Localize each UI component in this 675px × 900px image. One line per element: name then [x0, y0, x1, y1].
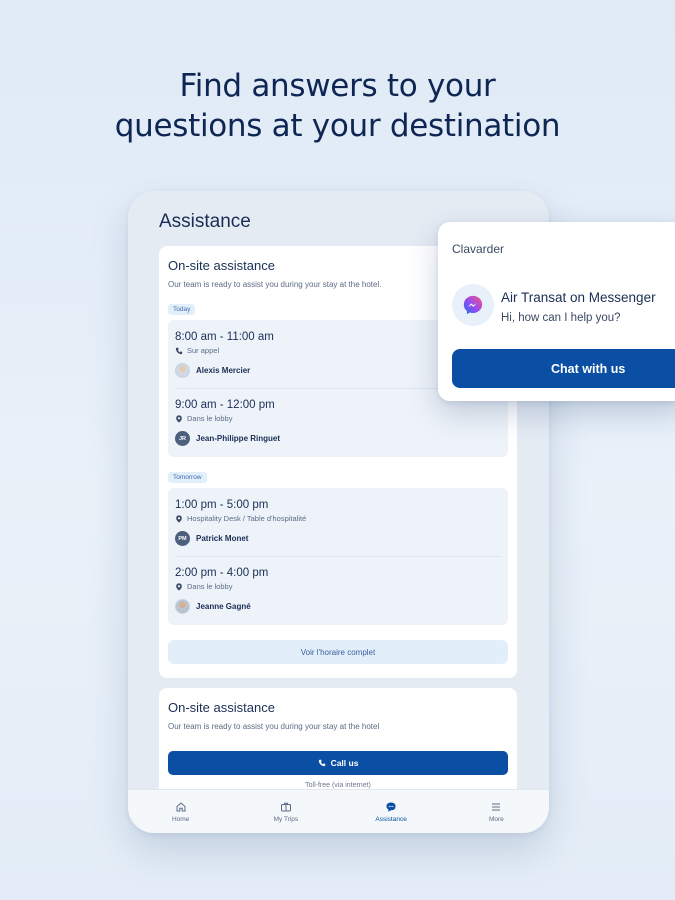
pin-icon [176, 514, 182, 523]
nav-label: Assistance [375, 815, 407, 823]
slot-item[interactable]: 1:00 pm - 5:00 pm Hospitality Desk / Tab… [175, 499, 495, 546]
suitcase-icon [280, 802, 291, 811]
messenger-app-name: Air Transat on Messenger [501, 290, 656, 305]
staff-name: Jeanne Gagné [196, 602, 251, 611]
nav-home[interactable]: Home [128, 790, 233, 833]
slot-location: Dans le lobby [175, 414, 495, 423]
headline-line-1: Find answers to your [179, 68, 496, 104]
slot-location-text: Sur appel [187, 346, 220, 355]
staff-name: Alexis Mercier [196, 366, 251, 375]
staff-member: PM Patrick Monet [175, 531, 495, 546]
nav-label: More [488, 815, 504, 823]
staff-member: JR Jean-Philippe Ringuet [175, 431, 495, 446]
nav-my-trips[interactable]: My Trips [233, 790, 338, 833]
slot-item[interactable]: 9:00 am - 12:00 pm Dans le lobby JR Jean… [175, 399, 495, 446]
slot-location-text: Dans le lobby [187, 414, 233, 423]
pin-icon [176, 582, 182, 591]
card-title: On-site assistance [168, 258, 275, 273]
messenger-greeting: Hi, how can I help you? [501, 312, 621, 324]
slot-time: 1:00 pm - 5:00 pm [175, 499, 269, 511]
chat-bubble-icon [386, 802, 396, 812]
headline-line-2: questions at your destination [114, 108, 561, 144]
card-title: On-site assistance [168, 700, 275, 715]
staff-name: Jean-Philippe Ringuet [196, 434, 281, 443]
tollfree-note: Toll-free (via internet) [305, 782, 371, 789]
nav-more[interactable]: More [444, 790, 549, 833]
phone-icon [318, 759, 325, 767]
chat-with-us-button[interactable]: Chat with us [452, 349, 675, 388]
avatar [175, 599, 190, 614]
menu-icon [492, 803, 501, 810]
call-us-label: Call us [330, 758, 359, 768]
home-icon [176, 801, 186, 811]
messenger-popup: Clavarder Air Transat on Messenger Hi, h… [438, 222, 675, 401]
nav-label: Home [171, 815, 190, 823]
popup-title: Clavarder [452, 242, 505, 256]
slot-group-tomorrow: 1:00 pm - 5:00 pm Hospitality Desk / Tab… [168, 488, 508, 625]
day-tag-today: Today [168, 304, 196, 315]
nav-assistance[interactable]: Assistance [339, 790, 444, 833]
avatar: JR [175, 431, 190, 446]
call-us-button[interactable]: Call us [168, 751, 508, 775]
slot-time: 2:00 pm - 4:00 pm [175, 567, 269, 579]
pin-icon [176, 414, 182, 423]
slot-location: Hospitality Desk / Table d'hospitalité [175, 514, 495, 523]
staff-name: Patrick Monet [196, 534, 249, 543]
slot-location-text: Hospitality Desk / Table d'hospitalité [187, 514, 307, 523]
page-title: Assistance [159, 211, 251, 232]
nav-label: My Trips [273, 815, 299, 823]
bottom-nav: Home My Trips Assistance More [128, 789, 549, 833]
messenger-icon [452, 284, 494, 326]
headline: Find answers to your questions at your d… [0, 66, 675, 146]
avatar: PM [175, 531, 190, 546]
phone-icon [175, 347, 183, 354]
slot-location-text: Dans le lobby [187, 582, 233, 591]
card-subtitle: Our team is ready to assist you during y… [168, 722, 380, 731]
staff-member: Jeanne Gagné [175, 599, 495, 614]
slot-location: Dans le lobby [175, 582, 495, 591]
call-assistance-card: On-site assistance Our team is ready to … [159, 688, 517, 798]
day-tag-tomorrow: Tomorrow [168, 472, 207, 483]
full-schedule-button[interactable]: Voir l'horaire complet [168, 640, 508, 664]
avatar [175, 363, 190, 378]
slot-item[interactable]: 2:00 pm - 4:00 pm Dans le lobby Jeanne G… [175, 567, 495, 614]
card-subtitle: Our team is ready to assist you during y… [168, 280, 382, 289]
divider [175, 556, 501, 557]
